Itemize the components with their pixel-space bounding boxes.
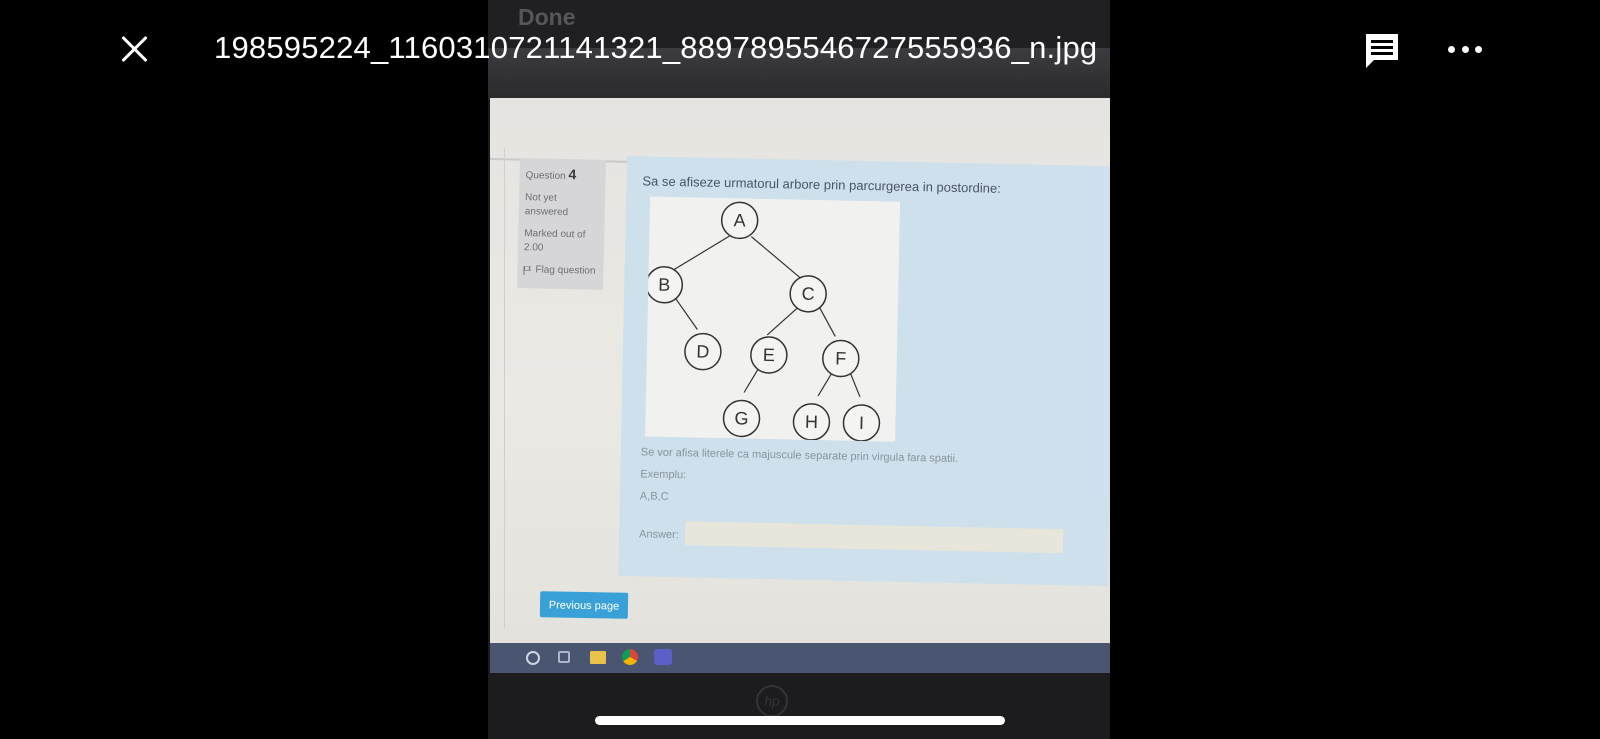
comment-icon[interactable] [1362,30,1402,70]
teams-icon[interactable] [654,649,672,665]
home-indicator[interactable] [595,716,1005,725]
tree-node-label: A [733,210,745,230]
more-options-icon[interactable] [1448,40,1482,58]
binary-tree-svg: A B C D E F G H I [645,201,881,442]
example-label: Exemplu: [640,468,687,482]
previous-page-button[interactable]: Previous page [539,591,629,619]
tree-node-label: C [801,284,814,304]
dot [1475,45,1482,53]
flag-question-label: Flag question [535,264,596,277]
tree-node-label: H [805,412,818,432]
file-name-title: 198595224_1160310721141321_8897895546727… [214,30,1098,65]
answer-input[interactable] [684,521,1064,554]
tree-node-label: B [658,275,670,295]
tree-node-label: D [696,341,709,361]
flag-icon [523,265,532,275]
tree-node-label: I [859,413,864,433]
tree-edge [750,236,803,281]
binary-tree-diagram: A B C D E F G H I [645,196,901,442]
answer-label: Answer: [638,528,679,542]
question-info-block: Question 4 Not yet answered Marked out o… [517,158,606,290]
file-explorer-icon[interactable] [590,651,606,664]
question-state: Not yet answered [524,192,569,219]
example-value: A,B,C [639,490,669,503]
question-heading: Question 4 [525,166,601,185]
tree-edge [819,307,836,337]
tree-edge [766,307,799,336]
answer-instruction: Se vor afisa literele ca majuscule separ… [640,446,959,465]
tree-edge [675,298,698,330]
done-label: Done [518,4,576,30]
dot [1448,45,1455,53]
dot [1461,45,1469,53]
question-mark: Marked out of 2.00 [523,228,586,254]
hp-logo: hp [756,685,788,717]
task-view-icon[interactable] [558,651,570,663]
question-text: Sa se afiseze urmatorul arbore prin parc… [642,173,1001,196]
tree-edge [668,235,730,274]
photo-image: Done Question 4 Not yet answered Marked … [488,0,1110,739]
laptop-bezel: hp [488,673,1110,739]
divider [504,148,505,628]
chrome-icon[interactable] [622,649,638,665]
question-number: 4 [568,166,577,183]
question-content-panel: Sa se afiseze urmatorul arbore prin parc… [618,156,1110,587]
flag-question-link[interactable]: Flag question [523,263,599,279]
tree-node-label: G [734,408,748,428]
tree-node-label: F [835,348,846,368]
windows-taskbar [490,643,1110,673]
laptop-screen: Question 4 Not yet answered Marked out o… [489,98,1110,643]
tree-node-label: E [763,345,775,365]
search-icon[interactable] [526,651,540,665]
close-icon[interactable] [118,32,152,66]
question-label: Question [525,170,566,183]
